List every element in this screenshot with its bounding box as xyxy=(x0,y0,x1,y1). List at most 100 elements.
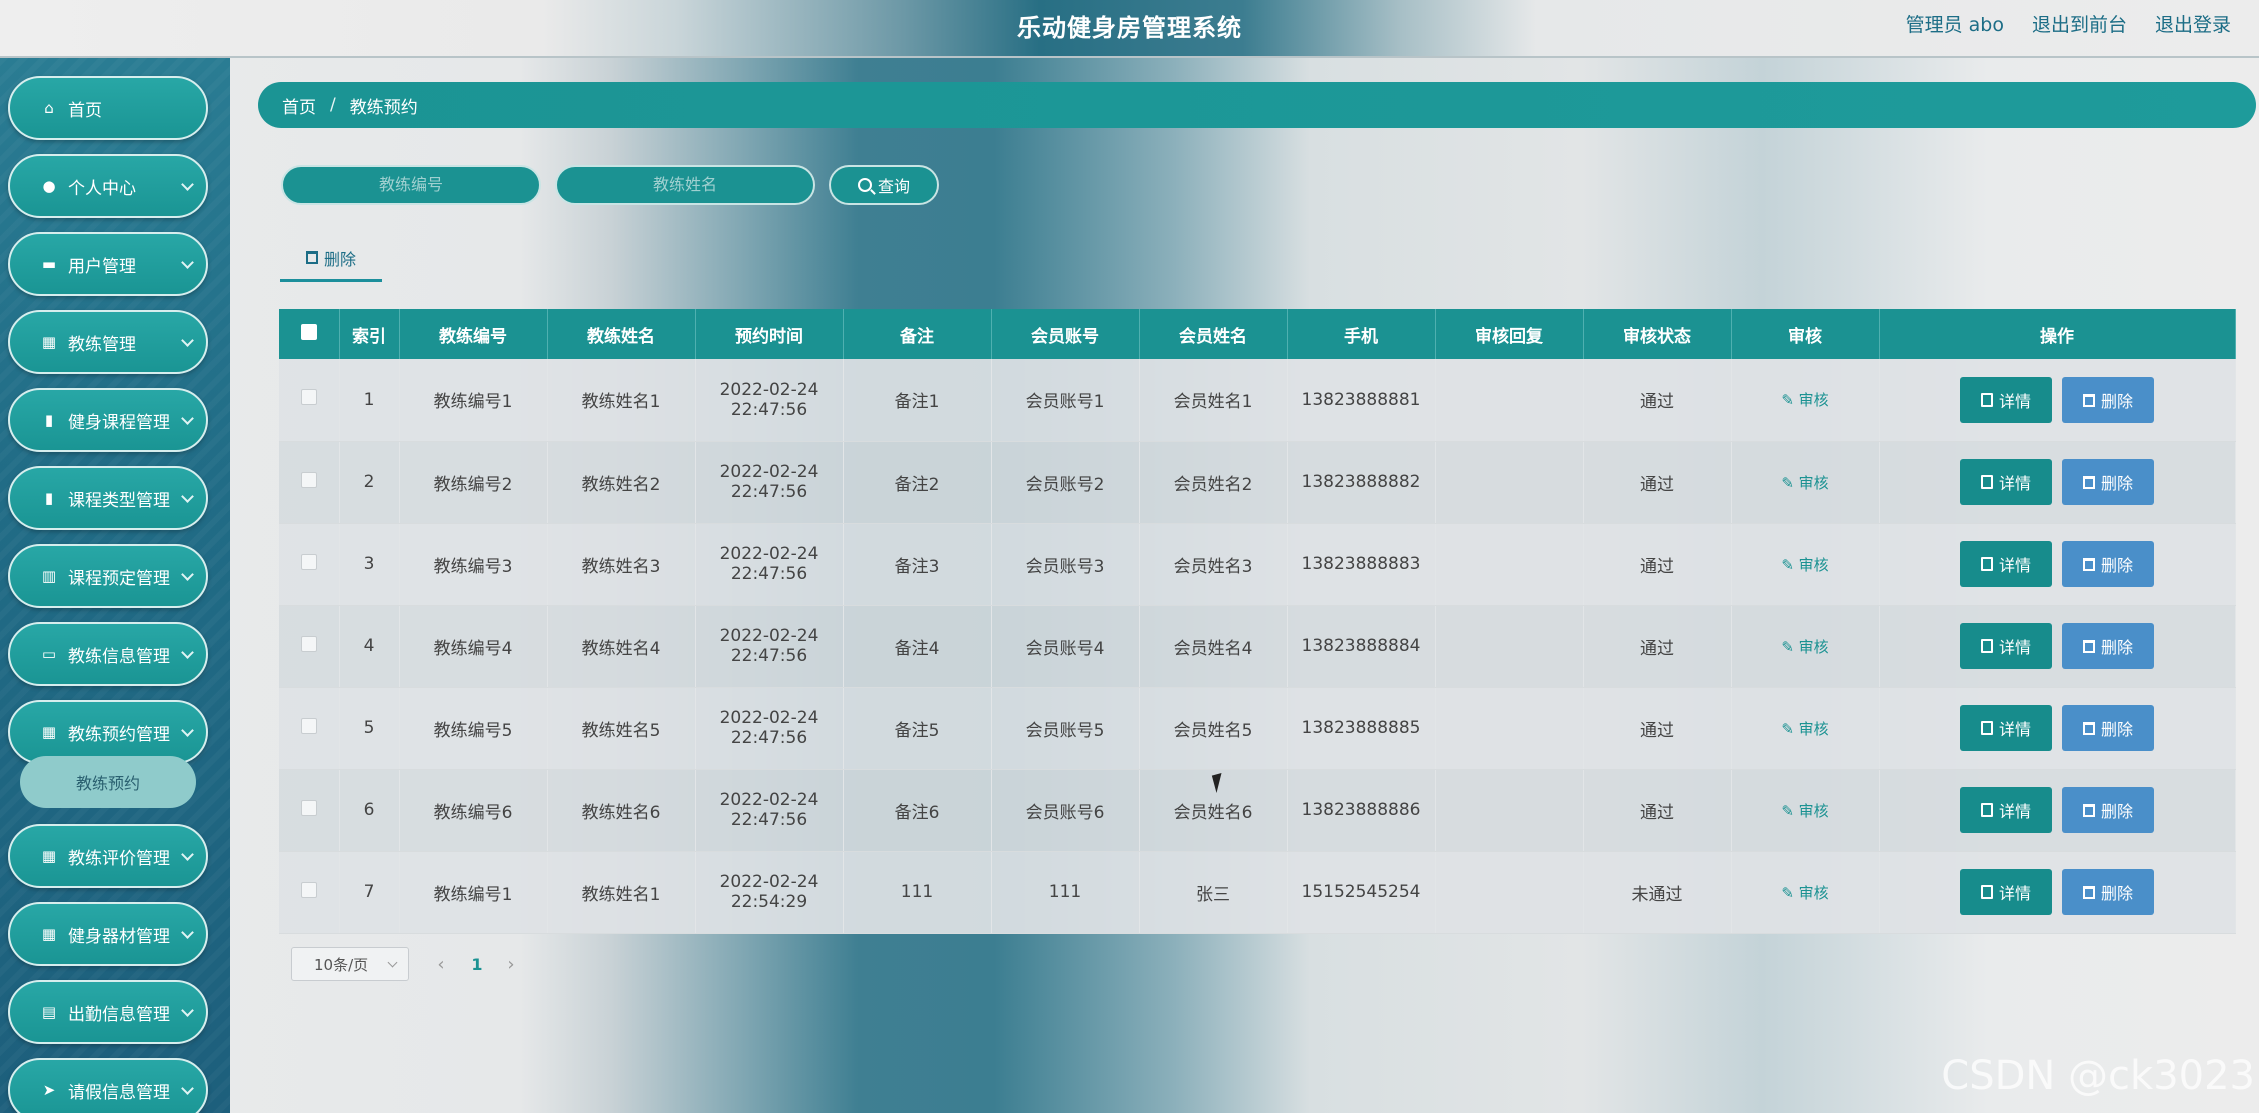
cell-reply xyxy=(1435,359,1584,442)
sidebar-item-label: 课程类型管理 xyxy=(68,490,170,511)
delete-button[interactable]: 删除 xyxy=(2062,705,2154,752)
cell-index: 6 xyxy=(339,769,400,852)
sidebar-item-label: 健身器材管理 xyxy=(68,926,170,947)
coach-name-search-input[interactable]: 教练姓名 xyxy=(555,165,815,205)
sidebar: ⌂ 首页 ● 个人中心 ▬ 用户管理 ▦ 教练管理 ▮ 健身课程管理 ▮ 课程类型管理 ▥ 课程预定管理 ▭… xyxy=(0,58,230,1113)
row-select-cell[interactable] xyxy=(279,441,340,524)
row-select-cell[interactable] xyxy=(279,769,340,852)
audit-link[interactable]: ✎ 审核 xyxy=(1781,802,1828,820)
cell-note: 备注6 xyxy=(843,769,992,852)
back-to-front-link[interactable]: 退出到前台 xyxy=(2032,10,2127,37)
delete-label: 删除 xyxy=(2100,802,2133,822)
cell-reply xyxy=(1435,851,1584,934)
sidebar-item-4[interactable]: ▮ 健身课程管理 xyxy=(8,388,208,452)
delete-button[interactable]: 删除 xyxy=(2062,377,2154,423)
sidebar-item-9[interactable]: ▦ 教练评价管理 xyxy=(8,824,208,888)
audit-link[interactable]: ✎ 审核 xyxy=(1781,638,1828,656)
detail-button[interactable]: 详情 xyxy=(1960,786,2052,833)
cell-coach_no: 教练编号3 xyxy=(399,523,548,606)
actions-cell: 详情 删除 xyxy=(1879,687,2236,770)
col-member-acct: 会员账号 xyxy=(991,309,1140,359)
audit-link[interactable]: ✎ 审核 xyxy=(1781,474,1828,492)
delete-label: 删除 xyxy=(2100,556,2133,576)
breadcrumb-home[interactable]: 首页 xyxy=(282,93,316,118)
page-size-select[interactable]: 10条/页 xyxy=(291,947,409,981)
sidebar-item-7[interactable]: ▭ 教练信息管理 xyxy=(8,622,208,686)
cell-status: 通过 xyxy=(1583,687,1732,770)
row-checkbox[interactable] xyxy=(300,717,317,734)
trash-icon xyxy=(2082,803,2095,817)
page-number[interactable]: 1 xyxy=(462,947,492,981)
logout-link[interactable]: 退出登录 xyxy=(2155,10,2231,37)
sidebar-item-label: 请假信息管理 xyxy=(68,1082,170,1103)
row-checkbox[interactable] xyxy=(300,635,317,652)
delete-label: 删除 xyxy=(2100,884,2133,904)
row-select-cell[interactable] xyxy=(279,359,340,442)
cell-reply xyxy=(1435,441,1584,524)
select-all-header[interactable] xyxy=(279,309,340,359)
audit-cell: ✎ 审核 xyxy=(1731,769,1880,852)
sidebar-item-3[interactable]: ▦ 教练管理 xyxy=(8,310,208,374)
delete-button[interactable]: 删除 xyxy=(2062,459,2154,506)
admin-user-link[interactable]: 管理员 abo xyxy=(1906,10,2004,37)
row-select-cell[interactable] xyxy=(279,851,340,934)
actions-cell: 详情 删除 xyxy=(1879,441,2236,524)
cell-note: 备注1 xyxy=(843,359,992,442)
cell-coach_name: 教练姓名4 xyxy=(547,605,696,688)
audit-link[interactable]: ✎ 审核 xyxy=(1781,884,1828,902)
cell-phone: 13823888882 xyxy=(1287,441,1436,524)
delete-button[interactable]: 删除 xyxy=(2062,541,2154,588)
detail-label: 详情 xyxy=(1998,391,2031,411)
delete-button[interactable]: 删除 xyxy=(2062,869,2154,916)
detail-button[interactable]: 详情 xyxy=(1960,704,2052,751)
detail-button[interactable]: 详情 xyxy=(1960,540,2052,587)
coach-no-search-input[interactable]: 教练编号 xyxy=(281,165,541,205)
query-button[interactable]: 查询 xyxy=(829,165,939,205)
cell-time: 2022-02-24 22:47:56 xyxy=(695,605,844,688)
submenu-item-active[interactable]: 教练预约 xyxy=(20,756,196,808)
row-select-cell[interactable] xyxy=(279,523,340,606)
audit-label: 审核 xyxy=(1798,391,1829,410)
audit-link[interactable]: ✎ 审核 xyxy=(1781,720,1828,738)
table-row: 7 教练编号1 教练姓名1 2022-02-24 22:54:29 111 111 张三 15… xyxy=(279,851,2236,934)
row-checkbox[interactable] xyxy=(300,389,317,406)
sidebar-item-12[interactable]: ➤ 请假信息管理 xyxy=(8,1058,208,1113)
board-icon: ▭ xyxy=(41,645,57,663)
cell-index: 4 xyxy=(339,605,400,688)
sidebar-item-8[interactable]: ▦ 教练预约管理 xyxy=(8,700,208,764)
audit-link[interactable]: ✎ 审核 xyxy=(1781,556,1828,574)
row-select-cell[interactable] xyxy=(279,605,340,688)
cell-time: 2022-02-24 22:54:29 xyxy=(695,851,844,934)
detail-button[interactable]: 详情 xyxy=(1960,622,2052,669)
prev-page-button[interactable]: ‹ xyxy=(426,947,456,981)
header-links: 管理员 abo 退出到前台 退出登录 xyxy=(1906,10,2231,37)
col-phone: 手机 xyxy=(1287,309,1436,359)
delete-button[interactable]: 删除 xyxy=(2062,787,2154,834)
row-checkbox[interactable] xyxy=(300,553,317,570)
batch-delete-button[interactable]: 删除 xyxy=(280,236,382,282)
detail-button[interactable]: 详情 xyxy=(1960,868,2052,915)
detail-button[interactable]: 详情 xyxy=(1960,458,2052,505)
sidebar-item-2[interactable]: ▬ 用户管理 xyxy=(8,232,208,296)
sidebar-item-label: 课程预定管理 xyxy=(68,568,170,589)
cell-member_acct: 会员账号3 xyxy=(991,523,1140,606)
audit-link[interactable]: ✎ 审核 xyxy=(1781,391,1828,409)
row-checkbox[interactable] xyxy=(300,881,317,898)
next-page-button[interactable]: › xyxy=(496,947,526,981)
row-checkbox[interactable] xyxy=(300,471,317,488)
sidebar-item-10[interactable]: ▦ 健身器材管理 xyxy=(8,902,208,966)
table-row: 5 教练编号5 教练姓名5 2022-02-24 22:47:56 备注5 会员账号5 会员… xyxy=(279,687,2236,770)
delete-button[interactable]: 删除 xyxy=(2062,623,2154,670)
row-select-cell[interactable] xyxy=(279,687,340,770)
detail-button[interactable]: 详情 xyxy=(1960,376,2052,423)
sidebar-item-11[interactable]: ▤ 出勤信息管理 xyxy=(8,980,208,1044)
sidebar-item-0[interactable]: ⌂ 首页 xyxy=(8,76,208,140)
sidebar-item-5[interactable]: ▮ 课程类型管理 xyxy=(8,466,208,530)
table-row: 6 教练编号6 教练姓名6 2022-02-24 22:47:56 备注6 会员账号6 会员… xyxy=(279,769,2236,852)
sidebar-item-1[interactable]: ● 个人中心 xyxy=(8,154,208,218)
row-checkbox[interactable] xyxy=(300,799,317,816)
sidebar-item-label: 首页 xyxy=(68,100,102,121)
actions-cell: 详情 删除 xyxy=(1879,851,2236,934)
select-all-checkbox[interactable] xyxy=(300,323,317,340)
sidebar-item-6[interactable]: ▥ 课程预定管理 xyxy=(8,544,208,608)
